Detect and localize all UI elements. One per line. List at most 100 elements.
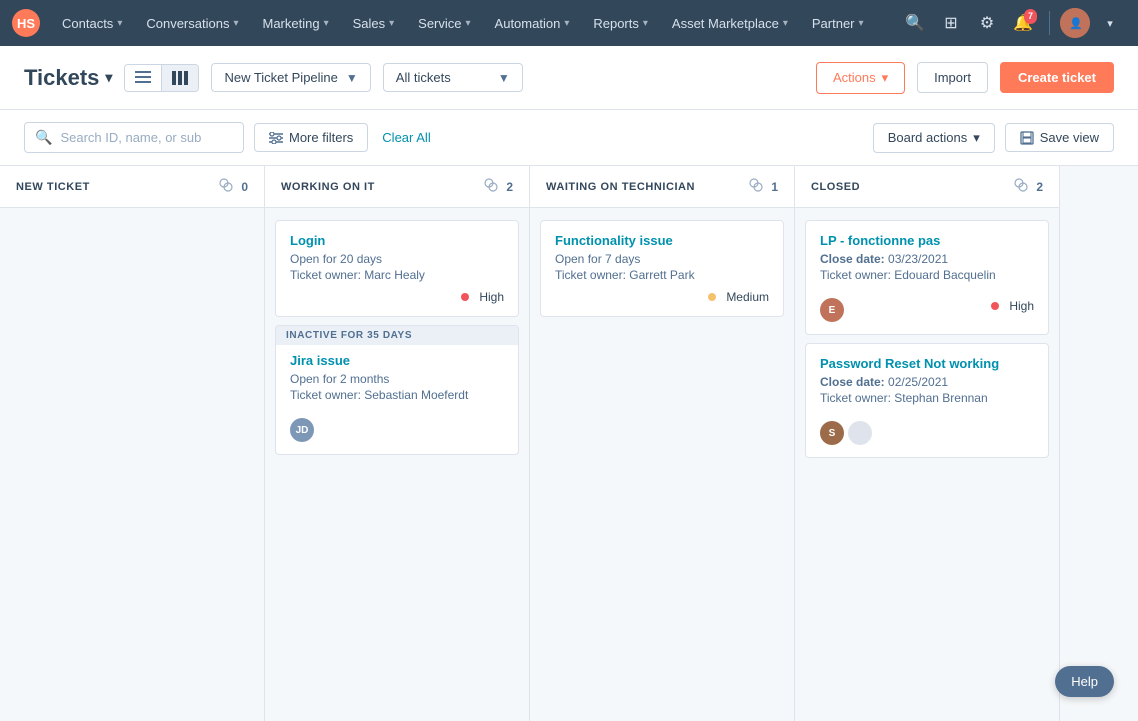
ticket-avatars: S xyxy=(820,421,872,445)
filter-arrow-icon: ▼ xyxy=(498,71,510,85)
chevron-down-icon: ▾ xyxy=(466,18,471,29)
pipeline-select[interactable]: New Ticket Pipeline ▼ xyxy=(211,63,370,92)
top-nav: HS Contacts ▾ Conversations ▾ Marketing … xyxy=(0,0,1138,46)
priority-dot xyxy=(461,293,469,301)
notifications-icon-btn[interactable]: 🔔 7 xyxy=(1007,7,1039,39)
page-title[interactable]: Tickets ▾ xyxy=(24,65,112,91)
ticket-card-footer: JD xyxy=(290,410,504,442)
column-body-waiting-on-technician: Functionality issueOpen for 7 daysTicket… xyxy=(530,208,794,721)
column-body-closed: LP - fonctionne pas Close date: 03/23/202… xyxy=(795,208,1059,721)
inactive-banner: INACTIVE FOR 35 DAYS xyxy=(276,326,518,345)
column-header-closed: CLOSED2 xyxy=(795,166,1059,208)
clear-all-button[interactable]: Clear All xyxy=(378,124,434,151)
column-count-icon xyxy=(749,178,763,195)
nav-contacts[interactable]: Contacts ▾ xyxy=(52,10,132,37)
nav-icons: 🔍 ⊞ ⚙ 🔔 7 👤 ▾ xyxy=(899,7,1126,39)
user-menu-chevron[interactable]: ▾ xyxy=(1094,7,1126,39)
ticket-card[interactable]: Functionality issueOpen for 7 daysTicket… xyxy=(540,220,784,317)
kanban-board: NEW TICKET 0 WORKING ON IT 2 LoginOpen for 2… xyxy=(0,166,1138,721)
nav-asset-marketplace[interactable]: Asset Marketplace ▾ xyxy=(662,10,798,37)
owner-avatar: E xyxy=(820,298,844,322)
board-actions-button[interactable]: Board actions ▾ xyxy=(873,123,995,153)
page-title-chevron: ▾ xyxy=(105,69,112,86)
ticket-open-duration: Open for 20 days xyxy=(290,252,504,266)
chevron-down-icon: ▾ xyxy=(233,18,238,29)
column-closed: CLOSED2 LP - fonctionne pas Close date: 03… xyxy=(795,166,1060,721)
nav-automation[interactable]: Automation ▾ xyxy=(485,10,580,37)
filter-bar: 🔍 More filters Clear All Board actions ▾… xyxy=(0,110,1138,166)
user-avatar[interactable]: 👤 xyxy=(1060,8,1090,38)
search-input[interactable] xyxy=(60,130,210,145)
chevron-down-icon: ▾ xyxy=(783,18,788,29)
ticket-card-footer: Medium xyxy=(555,290,769,304)
column-header-waiting-on-technician: WAITING ON TECHNICIAN1 xyxy=(530,166,794,208)
pipeline-arrow-icon: ▼ xyxy=(346,71,358,85)
chevron-down-icon: ▾ xyxy=(389,18,394,29)
save-view-button[interactable]: Save view xyxy=(1005,123,1114,152)
ticket-title: Functionality issue xyxy=(555,233,769,248)
nav-service[interactable]: Service ▾ xyxy=(408,10,480,37)
column-waiting-on-technician: WAITING ON TECHNICIAN1 Functionality issu… xyxy=(530,166,795,721)
nav-conversations[interactable]: Conversations ▾ xyxy=(136,10,248,37)
column-new-ticket: NEW TICKET 0 xyxy=(0,166,265,721)
settings-icon-btn[interactable]: ⚙ xyxy=(971,7,1003,39)
ticket-title: LP - fonctionne pas xyxy=(820,233,1034,248)
nav-sales[interactable]: Sales ▾ xyxy=(343,10,405,37)
column-count-icon xyxy=(1014,178,1028,195)
board-view-btn[interactable] xyxy=(161,65,198,91)
import-button[interactable]: Import xyxy=(917,62,988,93)
apps-icon-btn[interactable]: ⊞ xyxy=(935,7,967,39)
nav-marketing[interactable]: Marketing ▾ xyxy=(252,10,338,37)
ticket-card[interactable]: Password Reset Not workingClose date: 02… xyxy=(805,343,1049,458)
column-header-working-on-it: WORKING ON IT 2 xyxy=(265,166,529,208)
chevron-down-icon: ▾ xyxy=(117,18,122,29)
owner-avatar xyxy=(848,421,872,445)
owner-avatar: S xyxy=(820,421,844,445)
create-ticket-button[interactable]: Create ticket xyxy=(1000,62,1114,93)
ticket-open-duration: Open for 2 months xyxy=(290,372,504,386)
column-working-on-it: WORKING ON IT 2 LoginOpen for 20 daysTicke… xyxy=(265,166,530,721)
svg-text:HS: HS xyxy=(17,16,35,31)
column-title: CLOSED xyxy=(811,181,1006,193)
search-icon-btn[interactable]: 🔍 xyxy=(899,7,931,39)
ticket-card-footer: S xyxy=(820,413,1034,445)
ticket-card[interactable]: LoginOpen for 20 daysTicket owner: Marc … xyxy=(275,220,519,317)
ticket-close-date: Close date: 03/23/2021 xyxy=(820,252,1034,266)
priority-label: Medium xyxy=(726,290,769,304)
priority-dot xyxy=(991,302,999,310)
nav-divider xyxy=(1049,11,1050,35)
column-header-new-ticket: NEW TICKET 0 xyxy=(0,166,264,208)
view-toggle xyxy=(124,64,199,92)
owner-avatar: JD xyxy=(290,418,314,442)
hubspot-logo[interactable]: HS xyxy=(12,9,40,37)
column-title: NEW TICKET xyxy=(16,181,211,193)
column-title: WORKING ON IT xyxy=(281,181,476,193)
ticket-card-footer: High xyxy=(290,290,504,304)
chevron-down-icon: ▾ xyxy=(564,18,569,29)
ticket-owner: Ticket owner: Sebastian Moeferdt xyxy=(290,388,504,402)
column-body-working-on-it: LoginOpen for 20 daysTicket owner: Marc … xyxy=(265,208,529,721)
column-body-new-ticket xyxy=(0,208,264,721)
ticket-card[interactable]: LP - fonctionne pas Close date: 03/23/202… xyxy=(805,220,1049,335)
board-actions-chevron-icon: ▾ xyxy=(973,130,980,146)
column-count: 0 xyxy=(241,180,248,194)
ticket-card-footer: E High xyxy=(820,290,1034,322)
ticket-card[interactable]: INACTIVE FOR 35 DAYSJira issueOpen for 2… xyxy=(275,325,519,455)
nav-reports[interactable]: Reports ▾ xyxy=(583,10,658,37)
chevron-down-icon: ▾ xyxy=(643,18,648,29)
svg-text:👤: 👤 xyxy=(1069,17,1083,30)
actions-chevron-icon: ▾ xyxy=(882,70,889,86)
column-count-icon xyxy=(484,178,498,195)
tickets-filter[interactable]: All tickets ▼ xyxy=(383,63,523,92)
actions-button[interactable]: Actions ▾ xyxy=(816,62,905,94)
help-button[interactable]: Help xyxy=(1055,666,1114,697)
priority-label: High xyxy=(1009,299,1034,313)
more-filters-button[interactable]: More filters xyxy=(254,123,368,152)
column-count: 2 xyxy=(506,180,513,194)
ticket-owner: Ticket owner: Edouard Bacquelin xyxy=(820,268,1034,282)
search-box[interactable]: 🔍 xyxy=(24,122,244,153)
list-view-btn[interactable] xyxy=(125,65,161,91)
nav-partner[interactable]: Partner ▾ xyxy=(802,10,874,37)
ticket-owner: Ticket owner: Garrett Park xyxy=(555,268,769,282)
chevron-down-icon: ▾ xyxy=(324,18,329,29)
